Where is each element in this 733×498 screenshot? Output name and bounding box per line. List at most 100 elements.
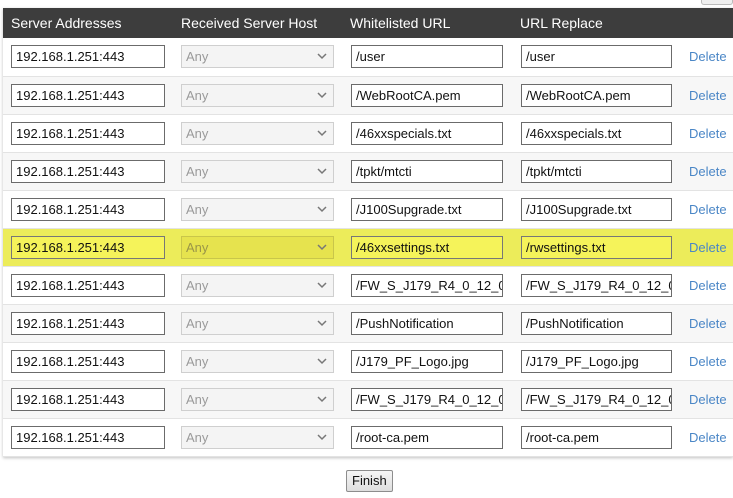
received-server-host-select[interactable]: Any xyxy=(181,159,334,183)
chevron-down-icon xyxy=(317,91,327,98)
received-server-host-select[interactable]: Any xyxy=(181,387,334,411)
whitelisted-url-field[interactable]: /46xxspecials.txt xyxy=(351,121,503,145)
table-row: 192.168.1.251:443 Any/PushNotification/Pu… xyxy=(3,304,733,342)
chevron-down-icon xyxy=(317,129,327,136)
finish-button[interactable]: Finish xyxy=(346,470,393,492)
header-server-addresses: Server Addresses xyxy=(11,15,122,31)
server-address-field[interactable]: 192.168.1.251:443 xyxy=(11,311,165,335)
url-replace-field[interactable]: /root-ca.pem xyxy=(521,425,672,449)
received-server-host-select[interactable]: Any xyxy=(181,121,334,145)
url-replace-field[interactable]: /FW_S_J179_R4_0_12_0_ xyxy=(521,273,672,297)
server-address-field[interactable]: 192.168.1.251:443 xyxy=(11,159,165,183)
header-whitelisted-url: Whitelisted URL xyxy=(350,15,451,31)
whitelisted-url-field[interactable]: /tpkt/mtcti xyxy=(351,159,503,183)
whitelisted-url-field[interactable]: /J100Supgrade.txt xyxy=(351,197,503,221)
table-row: 192.168.1.251:443 Any/J179_PF_Logo.jpg/J1… xyxy=(3,342,733,380)
delete-link[interactable]: Delete xyxy=(689,202,727,217)
url-replace-field[interactable]: /PushNotification xyxy=(521,311,672,335)
url-whitelist-panel: Server Addresses Received Server Host Wh… xyxy=(3,8,733,457)
select-value: Any xyxy=(186,87,209,103)
whitelisted-url-field[interactable]: /WebRootCA.pem xyxy=(351,83,503,107)
table-row: 192.168.1.251:443 Any/WebRootCA.pem/WebRo… xyxy=(3,76,733,114)
server-address-field[interactable]: 192.168.1.251:443 xyxy=(11,425,165,449)
select-value: Any xyxy=(186,239,209,255)
server-address-field[interactable]: 192.168.1.251:443 xyxy=(11,45,165,69)
received-server-host-select[interactable]: Any xyxy=(181,235,334,259)
url-replace-field[interactable]: /WebRootCA.pem xyxy=(521,83,672,107)
header-actions xyxy=(680,8,733,38)
server-address-field[interactable]: 192.168.1.251:443 xyxy=(11,387,165,411)
received-server-host-select[interactable]: Any xyxy=(181,311,334,335)
select-value: Any xyxy=(186,201,209,217)
url-replace-field[interactable]: /J100Supgrade.txt xyxy=(521,197,672,221)
delete-link[interactable]: Delete xyxy=(689,240,727,255)
table-header-row: Server Addresses Received Server Host Wh… xyxy=(3,8,733,38)
chevron-down-icon xyxy=(317,357,327,364)
received-server-host-select[interactable]: Any xyxy=(181,425,334,449)
received-server-host-select[interactable]: Any xyxy=(181,273,334,297)
table-row: 192.168.1.251:443 Any/46xxspecials.txt/46… xyxy=(3,114,733,152)
table-row: 192.168.1.251:443 Any/FW_S_J179_R4_0_12_0… xyxy=(3,266,733,304)
delete-link[interactable]: Delete xyxy=(689,164,727,179)
table-row: 192.168.1.251:443 Any/tpkt/mtcti/tpkt/mtc… xyxy=(3,152,733,190)
delete-link[interactable]: Delete xyxy=(689,126,727,141)
select-value: Any xyxy=(186,277,209,293)
chevron-down-icon xyxy=(317,243,327,250)
table-row: 192.168.1.251:443 Any/FW_S_J179_R4_0_12_0… xyxy=(3,380,733,418)
delete-link[interactable]: Delete xyxy=(689,278,727,293)
select-value: Any xyxy=(186,125,209,141)
server-address-field[interactable]: 192.168.1.251:443 xyxy=(11,197,165,221)
delete-link[interactable]: Delete xyxy=(689,354,727,369)
select-value: Any xyxy=(186,49,209,65)
chevron-down-icon xyxy=(317,53,327,60)
chevron-down-icon xyxy=(317,167,327,174)
delete-link[interactable]: Delete xyxy=(689,88,727,103)
url-replace-field[interactable]: /J179_PF_Logo.jpg xyxy=(521,349,672,373)
whitelisted-url-field[interactable]: /FW_S_J179_R4_0_12_0_ xyxy=(351,273,503,297)
whitelisted-url-field[interactable]: /FW_S_J179_R4_0_12_0_ xyxy=(351,387,503,411)
delete-link[interactable]: Delete xyxy=(689,392,727,407)
server-address-field[interactable]: 192.168.1.251:443 xyxy=(11,235,165,259)
url-replace-field[interactable]: /rwsettings.txt xyxy=(521,235,672,259)
server-address-field[interactable]: 192.168.1.251:443 xyxy=(11,83,165,107)
header-url-replace: URL Replace xyxy=(520,15,603,31)
delete-link[interactable]: Delete xyxy=(689,430,727,445)
received-server-host-select[interactable]: Any xyxy=(181,197,334,221)
url-whitelist-table: Server Addresses Received Server Host Wh… xyxy=(3,8,733,457)
chevron-down-icon xyxy=(317,281,327,288)
whitelisted-url-field[interactable]: /PushNotification xyxy=(351,311,503,335)
delete-link[interactable]: Delete xyxy=(689,49,727,64)
table-row: 192.168.1.251:443 Any/user/user Delete xyxy=(3,38,733,76)
table-row: 192.168.1.251:443 Any/46xxsettings.txt/rw… xyxy=(3,228,733,266)
url-replace-field[interactable]: /FW_S_J179_R4_0_12_0_ xyxy=(521,387,672,411)
server-address-field[interactable]: 192.168.1.251:443 xyxy=(11,273,165,297)
select-value: Any xyxy=(186,163,209,179)
top-strip xyxy=(0,0,733,8)
received-server-host-select[interactable]: Any xyxy=(181,83,334,107)
whitelisted-url-field[interactable]: /J179_PF_Logo.jpg xyxy=(351,349,503,373)
received-server-host-select[interactable]: Any xyxy=(181,349,334,373)
server-address-field[interactable]: 192.168.1.251:443 xyxy=(11,121,165,145)
url-replace-field[interactable]: /tpkt/mtcti xyxy=(521,159,672,183)
select-value: Any xyxy=(186,391,209,407)
url-replace-field[interactable]: /user xyxy=(521,45,672,69)
table-body: 192.168.1.251:443 Any/user/user Delete 192.… xyxy=(3,38,733,456)
table-row: 192.168.1.251:443 Any/root-ca.pem/root-ca… xyxy=(3,418,733,456)
select-value: Any xyxy=(186,429,209,445)
whitelisted-url-field[interactable]: /46xxsettings.txt xyxy=(351,235,503,259)
whitelisted-url-field[interactable]: /user xyxy=(351,45,503,69)
received-server-host-select[interactable]: Any xyxy=(181,45,334,69)
chevron-down-icon xyxy=(317,319,327,326)
url-replace-field[interactable]: /46xxspecials.txt xyxy=(521,121,672,145)
chevron-down-icon xyxy=(317,205,327,212)
delete-link[interactable]: Delete xyxy=(689,316,727,331)
select-value: Any xyxy=(186,315,209,331)
corner-button[interactable] xyxy=(701,0,733,5)
server-address-field[interactable]: 192.168.1.251:443 xyxy=(11,349,165,373)
table-row: 192.168.1.251:443 Any/J100Supgrade.txt/J1… xyxy=(3,190,733,228)
select-value: Any xyxy=(186,353,209,369)
whitelisted-url-field[interactable]: /root-ca.pem xyxy=(351,425,503,449)
header-received-server-host: Received Server Host xyxy=(181,15,318,31)
chevron-down-icon xyxy=(317,395,327,402)
chevron-down-icon xyxy=(317,433,327,440)
